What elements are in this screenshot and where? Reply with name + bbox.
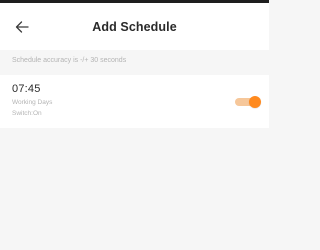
accuracy-note: Schedule accuracy is -/+ 30 seconds — [12, 57, 127, 64]
page-title: Add Schedule — [92, 20, 177, 34]
toggle-knob — [249, 96, 261, 108]
schedule-toggle[interactable] — [235, 96, 261, 108]
schedule-action: Switch:On — [12, 110, 42, 117]
header-bar: Add Schedule — [0, 3, 269, 50]
add-schedule-screen: Add Schedule Schedule accuracy is -/+ 30… — [0, 0, 269, 250]
schedule-item[interactable]: 07:45 Working Days Switch:On — [0, 75, 269, 128]
schedule-time: 07:45 — [12, 83, 41, 95]
accuracy-info-band: Schedule accuracy is -/+ 30 seconds — [0, 50, 269, 74]
schedule-repeat: Working Days — [12, 99, 53, 106]
